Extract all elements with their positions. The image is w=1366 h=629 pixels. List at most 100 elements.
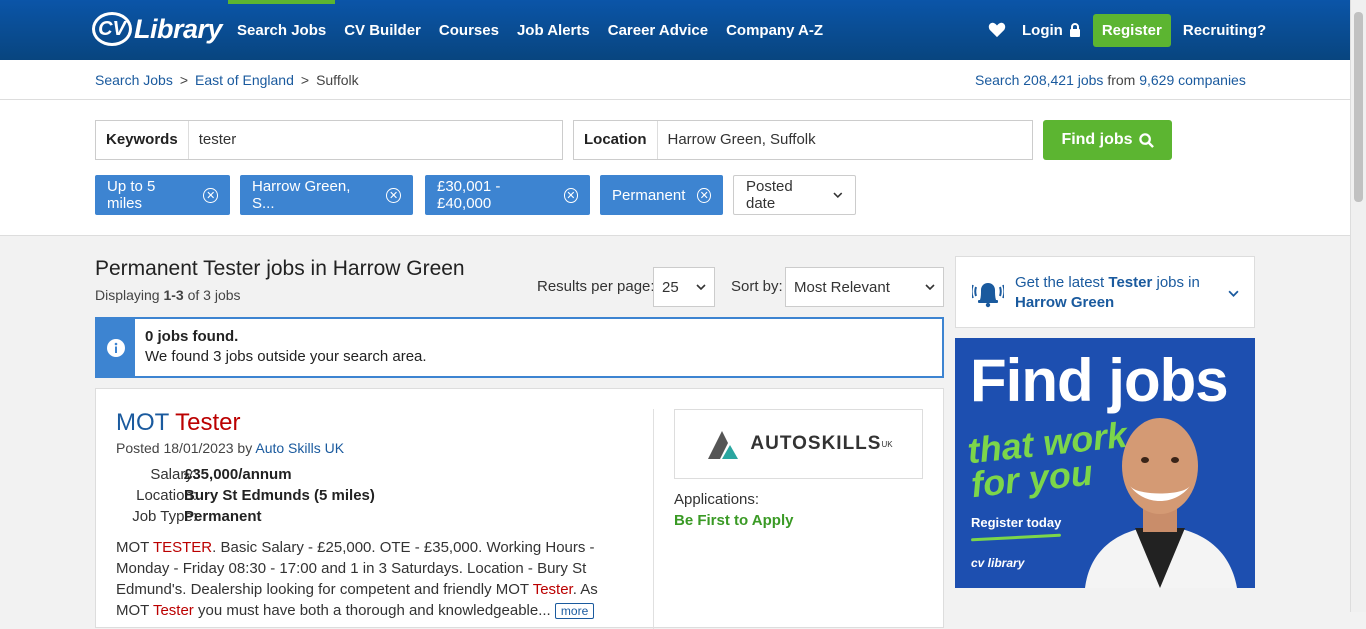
lock-icon [1069,23,1080,37]
nav-search-jobs[interactable]: Search Jobs [228,0,336,60]
desc-highlight: Tester [152,602,194,619]
breadcrumb-suffolk: Suffolk [316,72,359,88]
applications-value: Be First to Apply [674,512,794,529]
site-stats: Search 208,421 jobs from 9,629 companies [975,72,1246,88]
nav-cv-builder[interactable]: CV Builder [335,0,430,60]
location-label: Location [574,121,658,159]
desc-highlight: Tester [532,581,573,598]
job-posted: Posted 18/01/2023 by Auto Skills UK [116,440,344,456]
close-icon[interactable]: ✕ [203,187,218,203]
chevron-down-icon [696,284,706,290]
heart-icon[interactable] [988,22,1006,38]
stats-companies-count[interactable]: 9,629 companies [1139,72,1246,88]
desc-text: you must have both a thorough and knowle… [193,602,551,619]
top-navigation-bar: CV Library Search Jobs CV Builder Course… [0,0,1350,60]
logo-cv-mark: CV [92,12,132,46]
stats-search-label[interactable]: Search [975,72,1019,88]
nav-courses[interactable]: Courses [430,0,508,60]
job-title-keyword: Tester [175,409,241,436]
notice-text: We found 3 jobs outside your search area… [145,348,427,365]
ad-cta: Register today [971,515,1062,530]
alert-text: jobs in [1156,274,1200,291]
filter-chip-job-type[interactable]: Permanent ✕ [600,175,723,215]
page-scrollbar[interactable] [1350,0,1366,612]
breadcrumb-search-jobs[interactable]: Search Jobs [95,72,173,88]
cv-library-logo[interactable]: CV Library [92,8,223,50]
main-nav: Search Jobs CV Builder Courses Job Alert… [228,0,832,60]
job-title-link[interactable]: MOT Tester [116,409,240,437]
results-count: Displaying 1-3 of 3 jobs [95,287,241,303]
keywords-field: Keywords tester [95,120,563,160]
register-button[interactable]: Register [1092,13,1171,47]
chevron-down-icon [833,192,843,198]
search-icon [1138,132,1154,148]
job-description: MOT TESTER. Basic Salary - £25,000. OTE … [116,537,631,621]
sort-by-select[interactable]: Most Relevant [785,267,944,307]
breadcrumb-separator: > [300,72,310,88]
posted-date-label: Posted date [746,178,793,212]
filter-chip-label: Up to 5 miles [107,178,156,212]
job-company-link[interactable]: Auto Skills UK [255,440,344,456]
location-field: Location Harrow Green, Suffolk [573,120,1033,160]
job-meta-values: £35,000/annum Bury St Edmunds (5 miles) … [184,464,375,527]
alert-keyword: Tester [1108,274,1153,291]
job-card: MOT Tester Posted 18/01/2023 by Auto Ski… [95,388,944,629]
close-icon[interactable]: ✕ [386,187,401,203]
desc-text: MOT [116,539,153,556]
keywords-label: Keywords [96,121,189,159]
chevron-down-icon[interactable] [1228,290,1239,297]
advert-banner[interactable]: Find jobs that work for you Register toda… [955,338,1255,588]
company-logo[interactable]: AUTOSKILLS UK [674,409,923,479]
applications-label: Applications: [674,491,760,508]
job-posted-text: Posted 18/01/2023 by [116,440,253,456]
recruiting-link[interactable]: Recruiting? [1183,22,1266,39]
posted-date-dropdown[interactable]: Posted date [733,175,856,215]
breadcrumb: Search Jobs > East of England > Suffolk [95,72,359,88]
card-divider [653,409,654,629]
alert-text: Get the latest [1015,274,1105,291]
bell-icon [972,283,1004,308]
find-jobs-button[interactable]: Find jobs [1043,120,1172,160]
job-alert-text: Get the latest Tester jobs in Harrow Gree… [1015,273,1200,313]
sort-by-value: Most Relevant [794,278,890,296]
company-logo-sup: UK [881,439,893,449]
breadcrumb-bar: Search Jobs > East of England > Suffolk Sear… [0,60,1350,100]
company-logo-text: AUTOSKILLS [750,433,882,454]
close-icon[interactable]: ✕ [563,187,578,203]
ad-brand-logo: cv library [971,556,1025,570]
results-count-pre: Displaying [95,287,160,303]
more-button[interactable]: more [554,603,595,619]
filter-chip-location[interactable]: Harrow Green, S... ✕ [240,175,413,215]
filter-chip-label: Harrow Green, S... [252,178,351,212]
filter-chip-salary[interactable]: £30,001 - £40,000 ✕ [425,175,590,215]
nav-career-advice[interactable]: Career Advice [599,0,717,60]
scrollbar-thumb[interactable] [1354,12,1363,202]
results-title: Permanent Tester jobs in Harrow Green [95,257,465,280]
filter-chip-distance[interactable]: Up to 5 miles ✕ [95,175,230,215]
logo-library-text: Library [134,13,223,44]
no-results-notice: 0 jobs found. We found 3 jobs outside yo… [95,317,944,378]
alert-location: Harrow Green [1015,294,1115,311]
salary-value: £35,000/annum [184,466,292,483]
results-per-page-value: 25 [662,278,679,296]
nav-job-alerts[interactable]: Job Alerts [508,0,599,60]
find-jobs-label: Find jobs [1061,131,1133,148]
info-icon [107,338,125,357]
login-link[interactable]: Login [1022,22,1081,39]
ad-underline [970,533,1062,542]
results-count-range: 1-3 [163,287,184,303]
location-input[interactable]: Harrow Green, Suffolk [658,121,1033,159]
stats-jobs-count[interactable]: 208,421 jobs [1023,72,1103,88]
results-per-page-select[interactable]: 25 [653,267,715,307]
info-icon-panel [97,319,135,376]
breadcrumb-east-of-england[interactable]: East of England [195,72,294,88]
close-icon[interactable]: ✕ [697,187,711,203]
filter-chip-label: £30,001 - £40,000 [437,178,501,212]
job-alert-box[interactable]: Get the latest Tester jobs in Harrow Gree… [955,256,1255,328]
login-label: Login [1022,21,1063,39]
nav-company-az[interactable]: Company A-Z [717,0,832,60]
search-panel: Keywords tester Location Harrow Green, S… [0,100,1350,236]
ad-person-illustration [1085,418,1237,588]
location-value: Bury St Edmunds (5 miles) [184,487,375,504]
keywords-input[interactable]: tester [189,121,562,159]
